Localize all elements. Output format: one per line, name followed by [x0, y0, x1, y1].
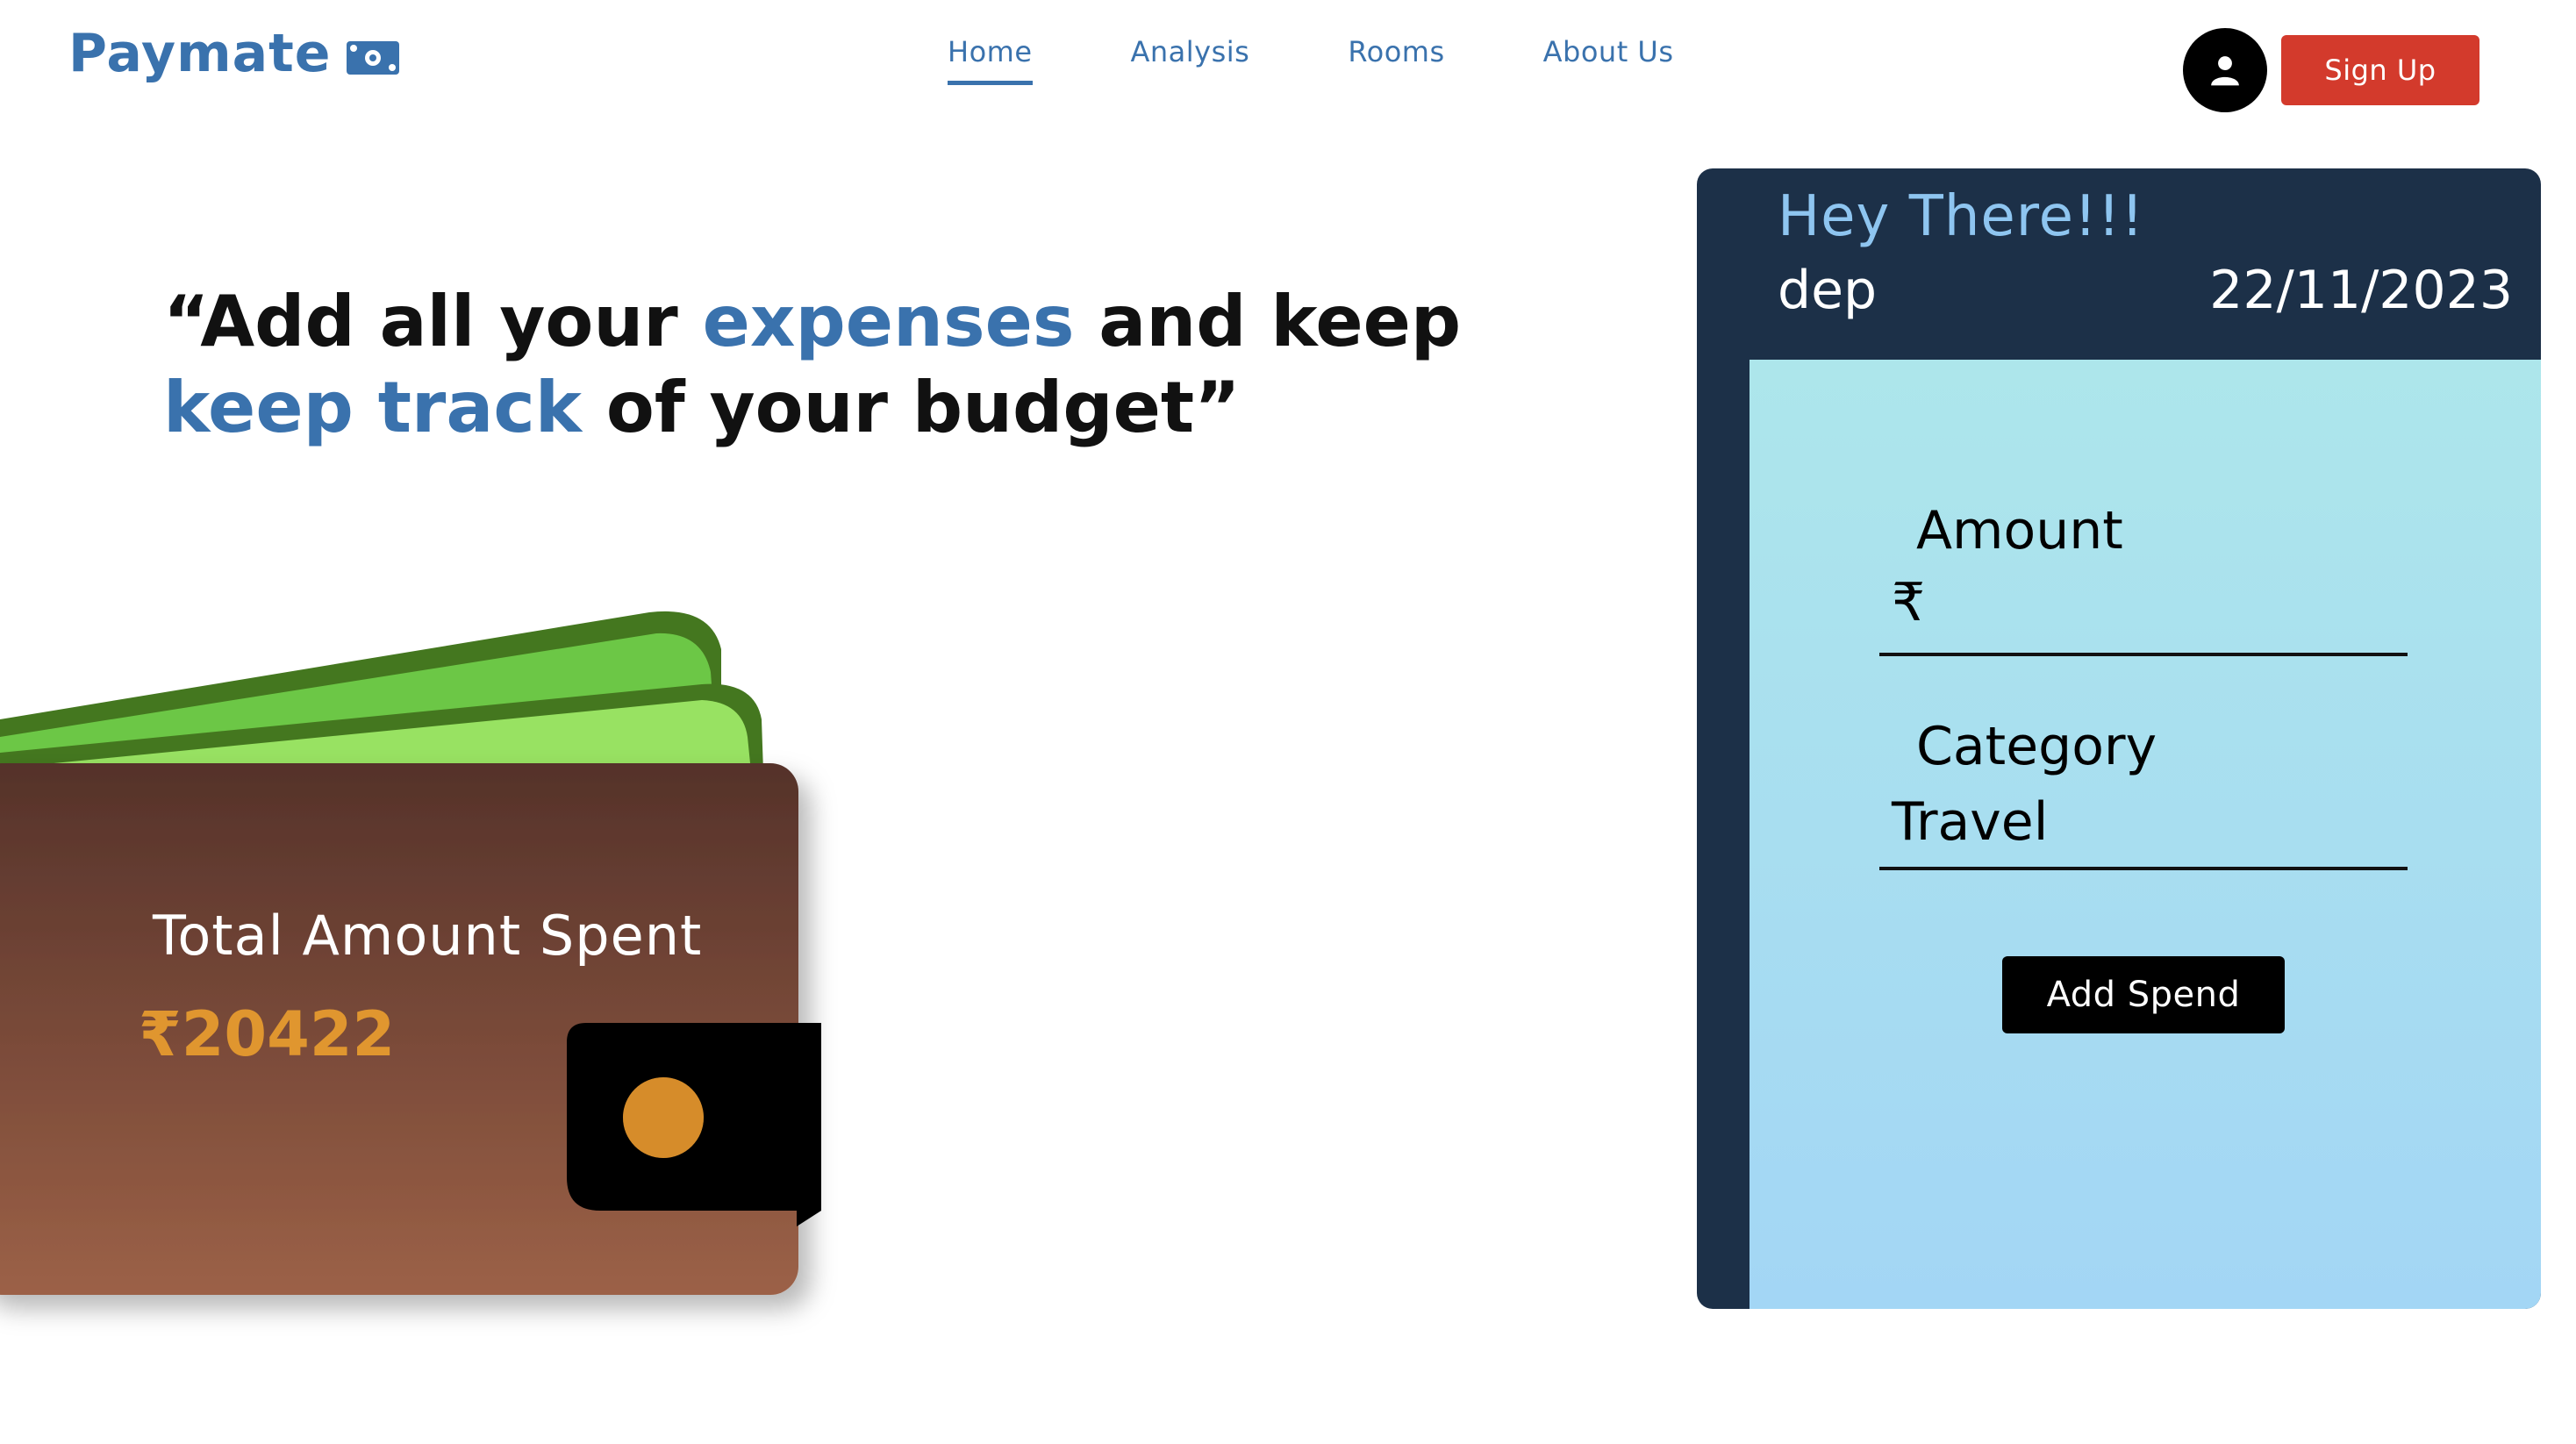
money-icon: [346, 41, 399, 75]
date-text: 22/11/2023: [2209, 260, 2513, 321]
nav-rooms[interactable]: Rooms: [1348, 35, 1444, 85]
amount-input-underline: [1879, 653, 2408, 656]
category-select-underline: [1879, 867, 2408, 870]
hero-quote: “Add all your expenses and keep keep tra…: [163, 279, 1602, 451]
quote-highlight-keep-track: keep track: [163, 367, 582, 448]
total-spent-label: Total Amount Spent: [153, 904, 703, 968]
quote-part-3: of your budget”: [582, 367, 1241, 448]
brand-logo[interactable]: Paymate: [68, 23, 400, 84]
wallet-illustration: [0, 611, 821, 1295]
main-nav: Home Analysis Rooms About Us: [948, 35, 1772, 85]
category-select[interactable]: Travel: [1892, 791, 2048, 853]
nav-about-us[interactable]: About Us: [1543, 35, 1674, 85]
signup-button[interactable]: Sign Up: [2281, 35, 2479, 105]
quote-highlight-expenses: expenses: [702, 281, 1075, 362]
nav-analysis[interactable]: Analysis: [1131, 35, 1250, 85]
username-text: dep: [1778, 260, 1878, 321]
total-spent-amount: ₹20422: [139, 998, 396, 1070]
nav-home[interactable]: Home: [948, 35, 1033, 85]
expense-form-panel: [1750, 360, 2541, 1309]
quote-part-1: “Add all your: [163, 281, 703, 362]
profile-button[interactable]: [2183, 28, 2267, 112]
user-icon: [2211, 56, 2239, 86]
page: Paymate Home Analysis Rooms About Us Sig…: [0, 0, 2576, 1444]
brand-name: Paymate: [68, 23, 332, 84]
amount-label: Amount: [1916, 500, 2123, 561]
category-label: Category: [1916, 716, 2157, 777]
amount-input[interactable]: ₹: [1892, 572, 1925, 633]
add-spend-button[interactable]: Add Spend: [2002, 956, 2285, 1033]
greeting-text: Hey There!!!: [1778, 184, 2144, 249]
quote-part-2: and keep: [1074, 281, 1462, 362]
